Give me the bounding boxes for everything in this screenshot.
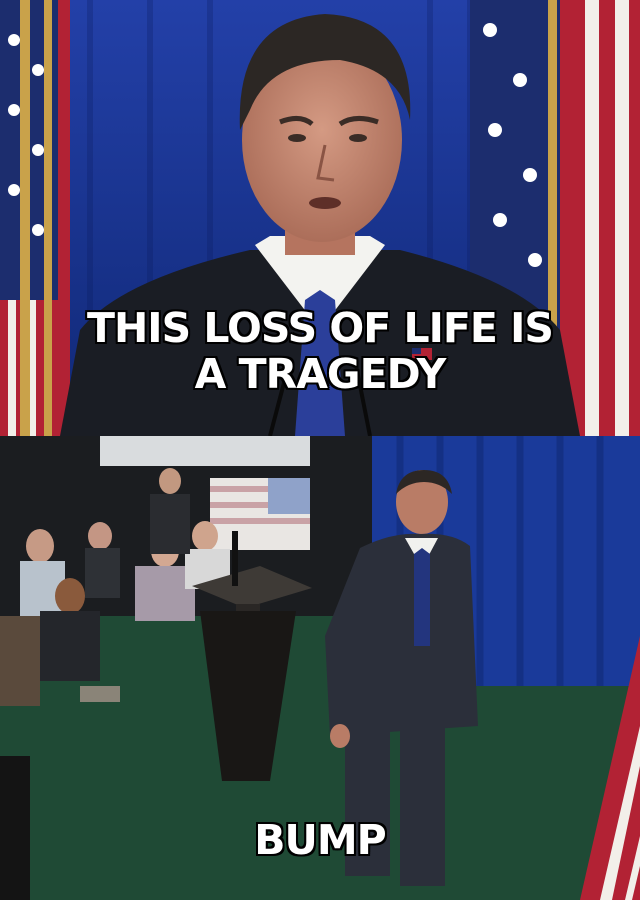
top-photo-panel: THIS LOSS OF LIFE IS A TRAGEDY xyxy=(0,0,640,436)
bottom-photo-panel: BUMP xyxy=(0,436,640,900)
bottom-caption: BUMP xyxy=(254,816,386,864)
bottom-caption-wrapper: BUMP xyxy=(0,816,640,864)
top-caption-line-2: A TRAGEDY xyxy=(194,349,447,398)
top-caption-line-1: THIS LOSS OF LIFE IS xyxy=(87,304,554,352)
background-flag-banner xyxy=(210,478,310,550)
top-caption: THIS LOSS OF LIFE IS A TRAGEDY xyxy=(0,304,640,398)
